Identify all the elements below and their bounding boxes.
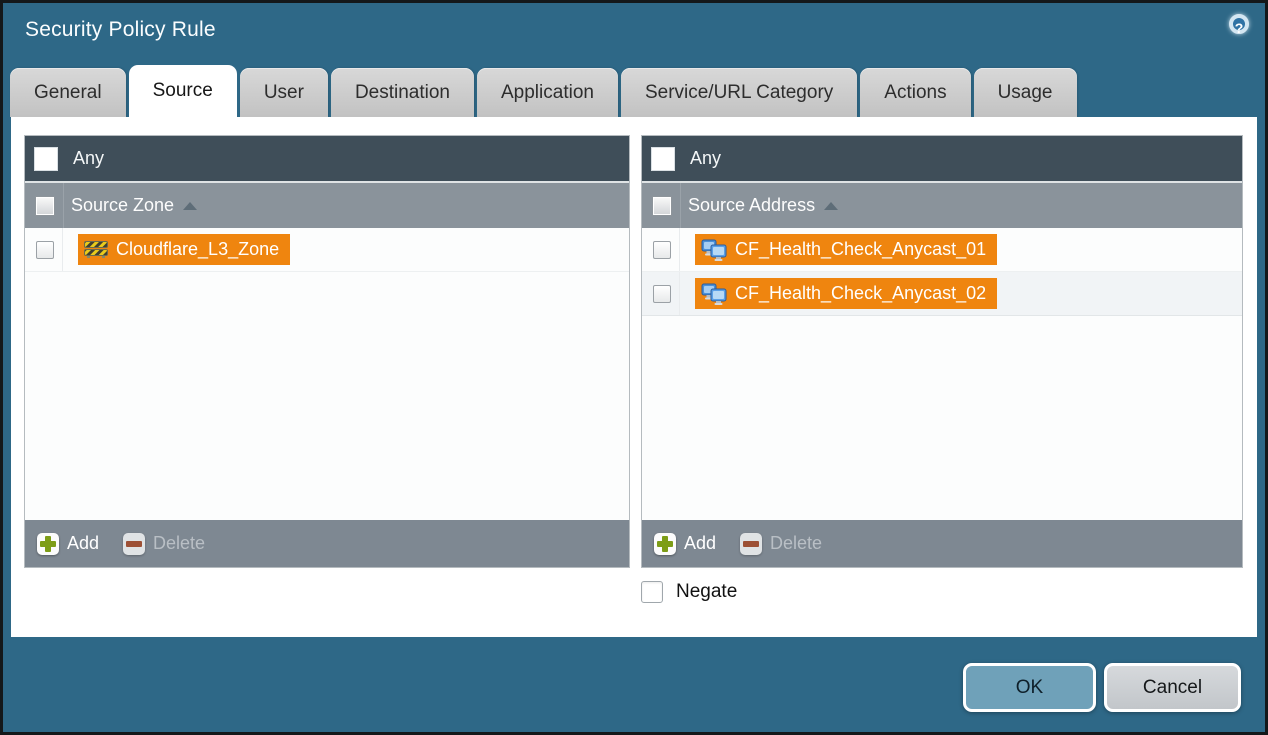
add-button[interactable]: Add bbox=[654, 533, 716, 555]
address-icon bbox=[701, 239, 727, 261]
tab-bar: General Source User Destination Applicat… bbox=[10, 65, 1077, 117]
address-column-header[interactable]: Source Address bbox=[642, 183, 1242, 228]
divider bbox=[63, 183, 64, 228]
zone-column-header[interactable]: Source Zone bbox=[25, 183, 629, 228]
zone-column-label: Source Zone bbox=[71, 195, 174, 216]
address-icon bbox=[701, 283, 727, 305]
table-row[interactable]: CF_Health_Check_Anycast_01 bbox=[642, 228, 1242, 272]
row-checkbox[interactable] bbox=[653, 285, 671, 303]
tab-usage[interactable]: Usage bbox=[974, 68, 1077, 117]
source-tab-content: Any Source Zone bbox=[11, 117, 1257, 637]
address-item[interactable]: CF_Health_Check_Anycast_02 bbox=[695, 278, 997, 309]
security-policy-rule-dialog: Security Policy Rule ? General Source Us… bbox=[0, 0, 1268, 735]
address-item[interactable]: CF_Health_Check_Anycast_01 bbox=[695, 234, 997, 265]
address-select-all-checkbox[interactable] bbox=[652, 196, 672, 216]
negate-checkbox[interactable] bbox=[641, 581, 663, 603]
delete-minus-icon bbox=[123, 533, 145, 555]
address-item-label: CF_Health_Check_Anycast_02 bbox=[735, 283, 986, 304]
add-plus-icon bbox=[654, 533, 676, 555]
address-any-label: Any bbox=[690, 148, 721, 169]
delete-minus-icon bbox=[740, 533, 762, 555]
address-item-label: CF_Health_Check_Anycast_01 bbox=[735, 239, 986, 260]
tab-destination[interactable]: Destination bbox=[331, 68, 474, 117]
row-checkbox-cell bbox=[642, 228, 680, 271]
row-checkbox[interactable] bbox=[653, 241, 671, 259]
delete-button[interactable]: Delete bbox=[740, 533, 822, 555]
address-panel-footer: Add Delete bbox=[642, 520, 1242, 567]
tab-user[interactable]: User bbox=[240, 68, 328, 117]
zone-panel-footer: Add Delete bbox=[25, 520, 629, 567]
negate-label: Negate bbox=[676, 581, 737, 603]
tab-service-url-category[interactable]: Service/URL Category bbox=[621, 68, 857, 117]
tab-general[interactable]: General bbox=[10, 68, 126, 117]
address-any-checkbox[interactable] bbox=[651, 147, 675, 171]
zone-select-all-checkbox[interactable] bbox=[35, 196, 55, 216]
row-checkbox-cell bbox=[642, 272, 680, 315]
sort-ascending-icon[interactable] bbox=[183, 202, 197, 210]
zone-icon bbox=[84, 240, 108, 259]
address-any-bar: Any bbox=[642, 136, 1242, 181]
row-checkbox-cell bbox=[25, 228, 63, 271]
tab-actions[interactable]: Actions bbox=[860, 68, 970, 117]
source-address-panel: Any Source Address bbox=[641, 135, 1243, 568]
help-icon[interactable]: ? bbox=[1229, 14, 1249, 34]
zone-rows: Cloudflare_L3_Zone bbox=[25, 228, 629, 520]
table-row[interactable]: CF_Health_Check_Anycast_02 bbox=[642, 272, 1242, 316]
ok-button[interactable]: OK bbox=[963, 663, 1096, 712]
zone-item-label: Cloudflare_L3_Zone bbox=[116, 239, 279, 260]
tab-application[interactable]: Application bbox=[477, 68, 618, 117]
zone-any-label: Any bbox=[73, 148, 104, 169]
delete-button[interactable]: Delete bbox=[123, 533, 205, 555]
tab-source[interactable]: Source bbox=[129, 65, 237, 117]
row-checkbox[interactable] bbox=[36, 241, 54, 259]
table-row[interactable]: Cloudflare_L3_Zone bbox=[25, 228, 629, 272]
address-rows: CF_Health_Check_Anycast_01 bbox=[642, 228, 1242, 520]
sort-ascending-icon[interactable] bbox=[824, 202, 838, 210]
zone-item[interactable]: Cloudflare_L3_Zone bbox=[78, 234, 290, 265]
divider bbox=[680, 183, 681, 228]
zone-any-bar: Any bbox=[25, 136, 629, 181]
zone-any-checkbox[interactable] bbox=[34, 147, 58, 171]
cancel-button[interactable]: Cancel bbox=[1104, 663, 1241, 712]
source-zone-panel: Any Source Zone bbox=[24, 135, 630, 568]
dialog-title: Security Policy Rule bbox=[25, 18, 216, 42]
add-plus-icon bbox=[37, 533, 59, 555]
address-column-label: Source Address bbox=[688, 195, 815, 216]
negate-control: Negate bbox=[641, 581, 737, 603]
add-button[interactable]: Add bbox=[37, 533, 99, 555]
